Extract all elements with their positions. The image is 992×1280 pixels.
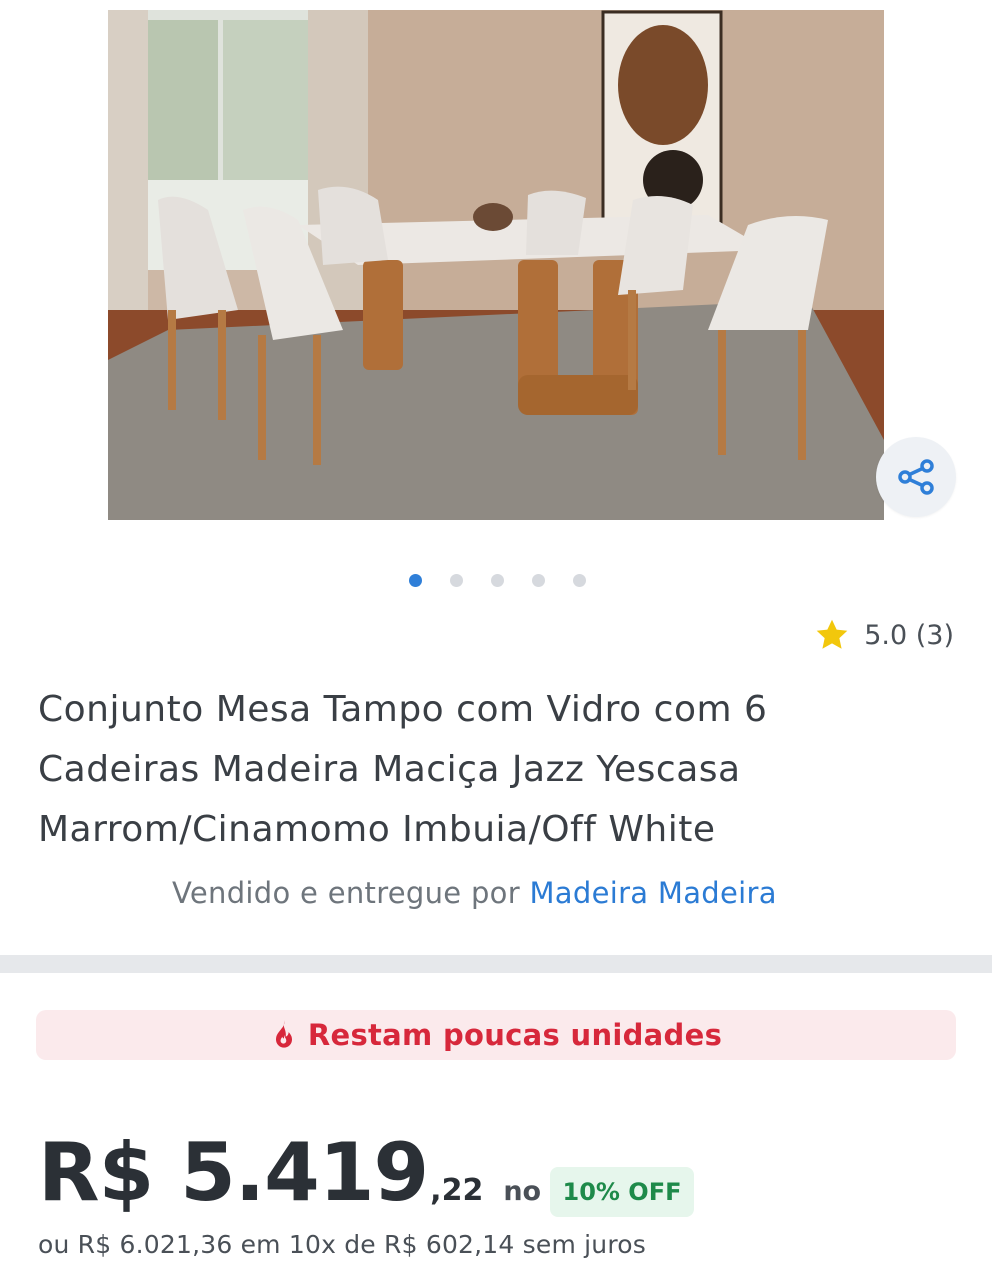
product-page: 5.0 (3) Conjunto Mesa Tampo com Vidro co… <box>0 0 992 1280</box>
seller-info: Vendido e entregue por Madeira Madeira <box>172 876 777 910</box>
price-main: R$ 5.419 <box>38 1126 429 1219</box>
product-title: Conjunto Mesa Tampo com Vidro com 6 Cade… <box>38 689 768 850</box>
seller-prefix: Vendido e entregue por <box>172 876 520 910</box>
product-image[interactable] <box>108 10 884 520</box>
discount-badge: 10% OFF <box>550 1167 694 1217</box>
carousel-dot[interactable] <box>450 574 463 587</box>
share-icon <box>898 459 934 495</box>
carousel-dot[interactable] <box>409 574 422 587</box>
carousel-dot[interactable] <box>573 574 586 587</box>
product-image-illustration <box>108 10 884 520</box>
share-button[interactable] <box>876 437 956 517</box>
rating-count: (3) <box>915 619 954 651</box>
product-rating[interactable]: 5.0 (3) <box>814 617 954 653</box>
installments-text: ou R$ 6.021,36 em 10x de R$ 602,14 sem j… <box>38 1230 647 1259</box>
price-row: R$ 5.419 ,22 no Pix <box>38 1126 597 1219</box>
rating-value: 5.0 <box>864 619 908 651</box>
section-divider <box>0 955 992 973</box>
fire-icon <box>275 1020 292 1048</box>
carousel-dot[interactable] <box>532 574 545 587</box>
star-icon <box>814 617 850 653</box>
carousel-dot[interactable] <box>491 574 504 587</box>
stock-alert-banner: Restam poucas unidades <box>36 1010 956 1060</box>
seller-link[interactable]: Madeira Madeira <box>529 876 776 910</box>
price-cents: ,22 <box>430 1173 484 1208</box>
stock-alert-text: Restam poucas unidades <box>307 1018 723 1052</box>
carousel-dots <box>409 574 586 587</box>
